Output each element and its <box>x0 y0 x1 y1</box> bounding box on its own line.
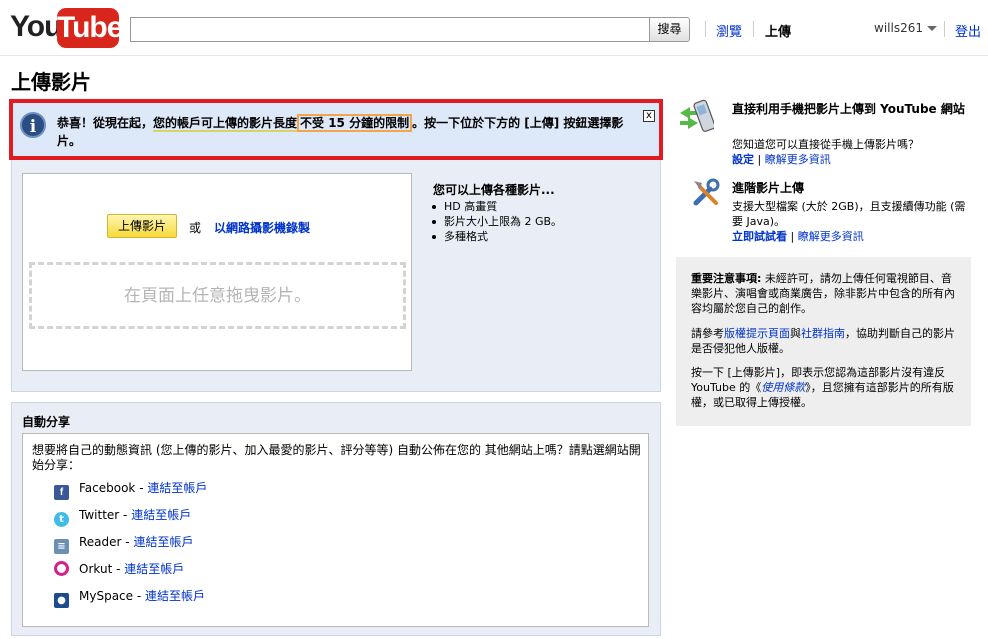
list-item: 影片大小上限為 2 GB。 <box>430 214 562 229</box>
service-name: Reader <box>79 535 122 549</box>
record-webcam-link[interactable]: 以網路攝影機錄製 <box>214 219 310 236</box>
logo-you-text: You <box>10 10 62 43</box>
nav-divider <box>944 21 945 37</box>
service-name: MySpace <box>79 589 134 603</box>
tools-icon <box>693 178 720 206</box>
nav-divider <box>753 21 754 37</box>
search-button[interactable]: 搜尋 <box>649 17 690 42</box>
info-icon: i <box>20 112 46 138</box>
terms-of-use-link[interactable]: 使用條款 <box>761 381 805 394</box>
orkut-icon <box>54 561 69 576</box>
notice-text-1: 恭喜！從現在起， <box>57 116 154 130</box>
chevron-down-icon <box>926 26 937 31</box>
notes-heading: 重要注意事項: <box>691 272 762 285</box>
reader-icon: ≡ <box>54 539 69 554</box>
advanced-upload-links: 立即試試看 | 瞭解更多資訊 <box>732 230 864 243</box>
service-name: Facebook <box>79 481 136 495</box>
notes-paragraph-1: 重要注意事項: 未經許可，請勿上傳任何電視節目、音樂影片、演唱會或商業廣告，除非… <box>691 271 961 316</box>
nav-browse-link[interactable]: 瀏覽 <box>716 21 742 40</box>
connect-myspace-link[interactable]: 連結至帳戶 <box>145 589 205 603</box>
advanced-upload-text: 支援大型檔案 (大於 2GB)，且支援續傳功能 (需要 Java)。 <box>732 200 966 228</box>
mobile-upload-title: 直接利用手機把影片上傳到 YouTube 網站 <box>732 102 965 116</box>
nav-divider <box>705 21 706 37</box>
upload-types-list: HD 高畫質 影片大小上限為 2 GB。 多種格式 <box>430 199 562 244</box>
notice-text-2: 您的帳戶可上傳的影片長度 <box>153 116 298 132</box>
masthead: You Tube 搜尋 瀏覽 上傳 wills261 登出 <box>0 0 988 56</box>
share-row-orkut: Orkut - 連結至帳戶 <box>54 561 184 577</box>
service-name: Twitter <box>79 508 120 522</box>
connect-reader-link[interactable]: 連結至帳戶 <box>133 535 193 549</box>
auto-share-description: 想要將自己的動態資訊 (您上傳的影片、加入最愛的影片、評分等等) 自動公佈在您的… <box>32 443 641 472</box>
mobile-upload-icon <box>680 99 714 132</box>
notes-paragraph-2: 請參考版權提示頁面與社群指南，協助判斷自己的影片是否侵犯他人版權。 <box>691 326 961 356</box>
nav-upload-link[interactable]: 上傳 <box>765 21 791 40</box>
upload-types-title: 您可以上傳各種影片... <box>433 183 555 197</box>
list-item: 多種格式 <box>430 229 562 244</box>
connect-twitter-link[interactable]: 連結至帳戶 <box>131 508 191 522</box>
notes-text: 與 <box>790 327 801 340</box>
upload-video-button[interactable]: 上傳影片 <box>107 214 177 238</box>
connect-facebook-link[interactable]: 連結至帳戶 <box>147 481 207 495</box>
share-row-myspace: ● MySpace - 連結至帳戶 <box>54 588 205 608</box>
learn-more-link[interactable]: 瞭解更多資訊 <box>798 230 864 243</box>
list-item: HD 高畫質 <box>430 199 562 214</box>
connect-orkut-link[interactable]: 連結至帳戶 <box>124 562 184 576</box>
youtube-logo[interactable]: You Tube <box>10 8 123 48</box>
notes-text: 請參考 <box>691 327 724 340</box>
notice-text-3: 不受 15 分鐘的限制 <box>297 114 413 132</box>
twitter-icon: t <box>54 512 69 527</box>
setup-link[interactable]: 設定 <box>732 153 754 166</box>
username: wills261 <box>874 21 923 35</box>
service-name: Orkut <box>79 562 113 576</box>
logout-link[interactable]: 登出 <box>955 21 981 40</box>
mobile-upload-links: 設定 | 瞭解更多資訊 <box>732 153 831 166</box>
user-menu[interactable]: wills261 <box>874 21 937 35</box>
notes-paragraph-3: 按一下 [上傳影片]，即表示您認為這部影片沒有違反 YouTube 的《使用條款… <box>691 365 961 410</box>
page-title: 上傳影片 <box>11 70 91 94</box>
mobile-upload-text: 您知道您可以直接從手機上傳影片嗎？ <box>732 138 919 151</box>
community-guidelines-link[interactable]: 社群指南 <box>801 327 845 340</box>
important-notes-box: 重要注意事項: 未經許可，請勿上傳任何電視節目、音樂影片、演唱會或商業廣告，除非… <box>676 257 971 426</box>
try-now-link[interactable]: 立即試試看 <box>732 230 787 243</box>
advanced-upload-title: 進階影片上傳 <box>732 181 805 195</box>
drag-drop-zone[interactable]: 在頁面上任意拖曳影片。 <box>29 262 406 329</box>
facebook-icon: f <box>54 485 69 500</box>
notice-message: 恭喜！從現在起，您的帳戶可上傳的影片長度 不受 15 分鐘的限制 。按一下位於下方的… <box>57 114 637 150</box>
copyright-tips-link[interactable]: 版權提示頁面 <box>724 327 790 340</box>
auto-share-title: 自動分享 <box>22 415 71 429</box>
logo-tube-text: Tube <box>57 8 123 48</box>
share-row-reader: ≡ Reader - 連結至帳戶 <box>54 534 193 554</box>
close-icon[interactable]: x <box>643 110 655 122</box>
learn-more-link[interactable]: 瞭解更多資訊 <box>765 153 831 166</box>
success-notice: i 恭喜！從現在起，您的帳戶可上傳的影片長度 不受 15 分鐘的限制 。按一下位於下… <box>9 99 663 160</box>
share-row-facebook: f Facebook - 連結至帳戶 <box>54 480 207 500</box>
share-row-twitter: t Twitter - 連結至帳戶 <box>54 507 191 527</box>
or-text: 或 <box>189 221 202 235</box>
search-input[interactable] <box>130 17 649 42</box>
myspace-icon: ● <box>54 593 69 608</box>
